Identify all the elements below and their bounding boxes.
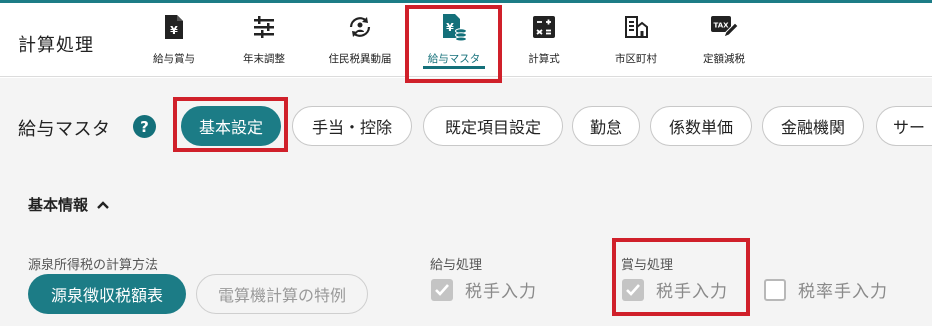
nav-item-year-end-adjustment[interactable]: 年末調整 <box>233 9 295 73</box>
salary-master-panel: 給与マスタ ? 基本設定 手当・控除 既定項目設定 勤怠 係数単価 金融機関 サ… <box>0 78 932 326</box>
tax-edit-icon: TAX <box>710 13 738 41</box>
basic-info-header[interactable]: 基本情報 <box>28 194 110 215</box>
nav-item-salary-bonus[interactable]: ¥ 給与賞与 <box>143 9 205 73</box>
nav-item-label: 給与マスタ <box>427 53 481 65</box>
help-icon[interactable]: ? <box>133 115 156 138</box>
nav-item-label: 給与賞与 <box>153 53 195 65</box>
building-icon <box>622 13 650 41</box>
tab-default-items[interactable]: 既定項目設定 <box>423 106 563 146</box>
withholding-method-label: 源泉所得税の計算方法 <box>28 258 159 273</box>
person-refresh-icon <box>346 13 374 41</box>
nav-item-resident-tax-change[interactable]: 住民税異動届 <box>320 9 400 73</box>
nav-item-label: 定額減税 <box>703 53 745 65</box>
tab-financial-institution[interactable]: 金融機関 <box>762 106 864 146</box>
checkbox-label: 税手入力 <box>656 282 728 302</box>
bonus-processing-label: 賞与処理 <box>621 258 674 273</box>
nav-item-label: 計算式 <box>528 53 560 65</box>
app-title: 計算処理 <box>18 35 94 56</box>
nav-item-fixed-tax-reduction[interactable]: TAX 定額減税 <box>693 9 755 73</box>
bonus-manual-tax-checkbox[interactable]: 税手入力 <box>622 277 728 302</box>
page-title: 給与マスタ <box>18 119 111 140</box>
computer-special-option[interactable]: 電算機計算の特例 <box>196 274 368 314</box>
checkbox-checked-icon <box>622 278 644 301</box>
checkbox-empty-icon <box>764 278 786 301</box>
tab-coefficient-unit-price[interactable]: 係数単価 <box>650 106 752 146</box>
tab-service[interactable]: サー <box>876 106 932 146</box>
checkbox-label: 税手入力 <box>465 282 537 302</box>
bonus-manual-tax-rate-checkbox[interactable]: 税率手入力 <box>764 277 888 302</box>
tab-basic-settings[interactable]: 基本設定 <box>181 106 281 146</box>
nav-item-label: 年末調整 <box>243 53 285 65</box>
salary-manual-tax-checkbox[interactable]: 税手入力 <box>431 277 537 302</box>
withholding-table-option[interactable]: 源泉徴収税額表 <box>28 274 186 314</box>
sliders-icon <box>250 13 278 41</box>
nav-item-label: 市区町村 <box>615 53 657 65</box>
top-navigation-bar: 計算処理 ¥ 給与賞与 年末調整 住民税異動届 ¥ 給与マスタ 計算式 市区町村… <box>0 3 932 77</box>
svg-text:¥: ¥ <box>446 21 454 34</box>
nav-item-municipality[interactable]: 市区町村 <box>605 9 667 73</box>
calculator-icon <box>530 13 558 41</box>
yen-document-icon: ¥ <box>160 13 188 41</box>
nav-item-formula[interactable]: 計算式 <box>513 9 575 73</box>
document-coins-icon: ¥ <box>440 13 468 41</box>
svg-text:¥: ¥ <box>170 24 178 37</box>
svg-text:TAX: TAX <box>713 22 729 30</box>
tab-allowance-deduction[interactable]: 手当・控除 <box>292 106 412 146</box>
chevron-up-icon <box>96 200 110 210</box>
nav-item-label: 住民税異動届 <box>328 53 392 65</box>
checkbox-checked-icon <box>431 278 453 301</box>
checkbox-label: 税率手入力 <box>798 282 888 302</box>
tab-attendance[interactable]: 勤怠 <box>572 106 640 146</box>
salary-processing-label: 給与処理 <box>430 258 483 273</box>
basic-info-title: 基本情報 <box>28 196 89 214</box>
nav-item-salary-master[interactable]: ¥ 給与マスタ <box>411 9 497 73</box>
